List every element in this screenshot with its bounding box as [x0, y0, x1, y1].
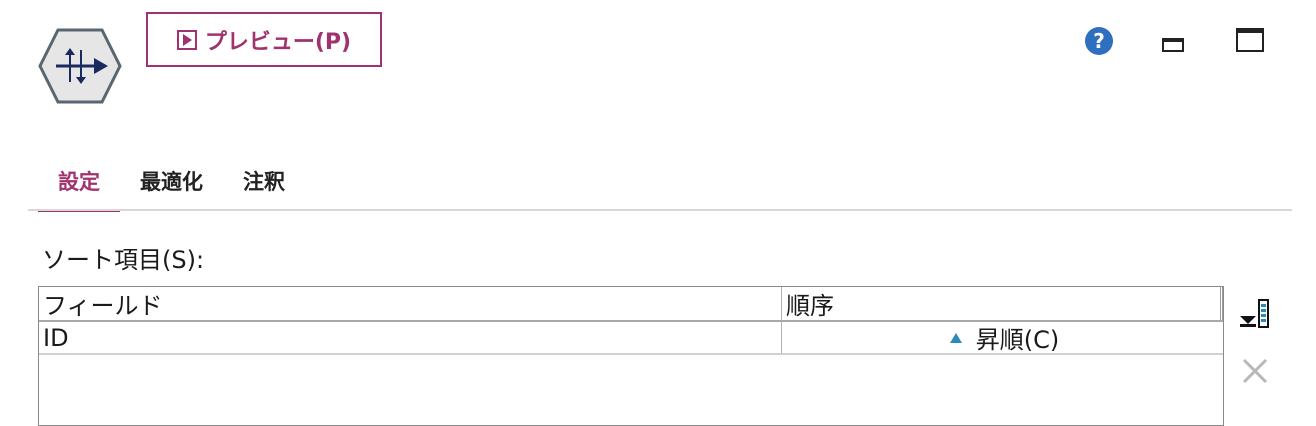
field-cell[interactable]: ID [39, 322, 782, 353]
tab-annotation[interactable]: 注釈 [223, 152, 305, 210]
sort-fields-picker-icon[interactable] [1238, 298, 1270, 330]
order-cell[interactable]: 昇順(C) [782, 322, 1223, 354]
delete-x-icon[interactable] [1240, 356, 1270, 386]
preview-button-label: プレビュー(P) [204, 29, 352, 55]
order-cell-label: 昇順(C) [975, 326, 1060, 354]
tab-settings[interactable]: 設定 [38, 152, 120, 212]
sort-node-icon [38, 28, 122, 104]
minimize-icon[interactable] [1162, 38, 1184, 52]
column-header-field[interactable]: フィールド [39, 287, 782, 320]
play-icon [176, 29, 197, 50]
sort-fields-label: ソート項目(S): [42, 246, 205, 274]
maximize-icon[interactable] [1236, 28, 1264, 52]
tab-bar: 設定 最適化 注釈 [38, 152, 305, 212]
ascending-triangle-icon [949, 332, 962, 343]
tab-divider [28, 209, 1292, 211]
column-header-order[interactable]: 順序 [782, 287, 1223, 320]
preview-button[interactable]: プレビュー(P) [146, 12, 382, 67]
svg-text:?: ? [1093, 29, 1105, 53]
sort-fields-table[interactable]: フィールド 順序 ID 昇順(C) [38, 286, 1224, 426]
table-header-row: フィールド 順序 [39, 287, 1223, 322]
help-icon[interactable]: ? [1084, 26, 1114, 56]
tab-optimization[interactable]: 最適化 [120, 152, 223, 210]
table-row[interactable]: ID 昇順(C) [39, 322, 1223, 355]
